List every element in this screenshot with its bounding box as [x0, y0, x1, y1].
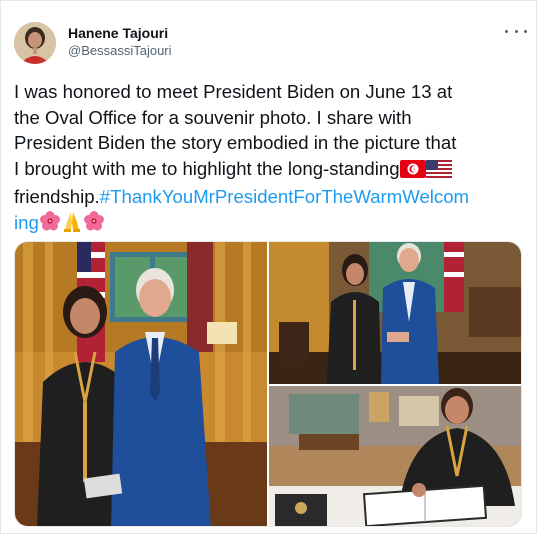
- hibiscus-icon: [83, 210, 105, 239]
- tunisia-flag-icon: [399, 159, 426, 185]
- author-name[interactable]: Hanene Tajouri: [68, 25, 168, 41]
- tweet-text-line: friendship.#ThankYouMrPresidentForTheWar…: [14, 184, 526, 210]
- tweet-text-line: I brought with me to highlight the long-…: [14, 156, 526, 185]
- tweet-text-fragment: I brought with me to highlight the long-…: [14, 157, 400, 179]
- folded-hands-icon: [61, 210, 83, 239]
- tweet-text: I was honored to meet President Biden on…: [14, 79, 526, 238]
- tweet-text-line: the Oval Office for a souvenir photo. I …: [14, 106, 412, 128]
- avatar[interactable]: [14, 22, 56, 64]
- tweet-text-line: President Biden the story embodied in th…: [14, 132, 457, 153]
- tweet-text-line: I was honored to meet President Biden on…: [14, 81, 453, 102]
- media-grid: [14, 241, 522, 527]
- photo-main[interactable]: [15, 242, 267, 526]
- tweet-text-line: ing: [14, 210, 526, 239]
- tweet-text-fragment: friendship.: [14, 186, 100, 207]
- more-options-icon[interactable]: [505, 23, 527, 39]
- photo-bottom-right[interactable]: [269, 386, 521, 526]
- photo-top-right[interactable]: [269, 242, 521, 384]
- tweet-card[interactable]: Hanene Tajouri @BessassiTajouri I was ho…: [0, 0, 537, 534]
- hashtag-link[interactable]: ing: [14, 212, 39, 233]
- author-handle[interactable]: @BessassiTajouri: [68, 43, 172, 58]
- hashtag-link[interactable]: #ThankYouMrPresidentForTheWarmWelcom: [100, 186, 469, 207]
- usa-flag-icon: [425, 159, 452, 185]
- hibiscus-icon: [39, 210, 61, 239]
